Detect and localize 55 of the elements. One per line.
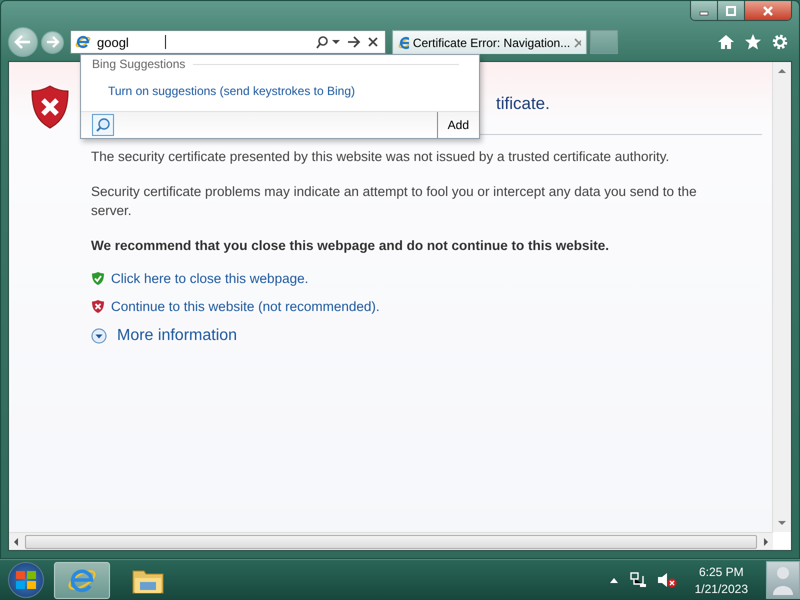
scroll-down-icon[interactable]: [778, 520, 786, 526]
start-button[interactable]: [8, 562, 44, 598]
action-link[interactable]: Click here to close this webpage.: [111, 271, 308, 286]
shield-x-icon: [91, 299, 105, 314]
close-tab-icon[interactable]: [574, 38, 581, 48]
scrollbar-thumb[interactable]: [25, 534, 757, 549]
action-link[interactable]: Continue to this website (not recommended).: [111, 299, 380, 314]
home-icon[interactable]: [717, 34, 735, 50]
tab-title: Certificate Error: Navigation...: [412, 36, 570, 50]
body-paragraph: Security certificate problems may indicate an attempt to fool you or intercept any data you send to the server.: [91, 183, 698, 220]
star-icon[interactable]: [744, 33, 762, 51]
close-icon[interactable]: [367, 36, 379, 48]
browser-logo-icon: [75, 34, 91, 50]
scroll-up-icon[interactable]: [778, 68, 786, 74]
user-tile-button[interactable]: [766, 561, 800, 600]
user-silhouette-icon: [772, 565, 794, 596]
search-icon: [95, 117, 111, 133]
address-bar[interactable]: googl: [70, 30, 386, 54]
close-button[interactable]: [745, 1, 791, 20]
add-button[interactable]: Add: [436, 112, 479, 138]
page-heading: tificate.: [496, 94, 550, 114]
go-arrow-icon[interactable]: [347, 36, 361, 48]
close-icon: [761, 4, 775, 16]
minimize-button[interactable]: [691, 1, 718, 20]
browser-tab[interactable]: Certificate Error: Navigation...: [392, 30, 587, 54]
clock-time: 6:25 PM: [698, 564, 744, 579]
forward-arrow-icon: [46, 36, 60, 48]
back-arrow-icon: [14, 35, 32, 49]
suggestions-header: Bing Suggestions: [92, 57, 186, 71]
vertical-scrollbar[interactable]: [772, 62, 791, 532]
search-dropdown-icon[interactable]: [315, 35, 341, 49]
address-input-text: googl: [97, 34, 129, 50]
network-icon[interactable]: [628, 572, 647, 588]
maximize-button[interactable]: [718, 1, 745, 20]
recommendation-text: We recommend that you close this webpage and do not continue to this website.: [91, 237, 610, 255]
windows-logo-icon: [15, 570, 37, 590]
search-provider-button[interactable]: [92, 114, 114, 136]
clock-date: 1/21/2023: [694, 582, 748, 596]
back-button[interactable]: [8, 27, 38, 57]
clock[interactable]: 6:25 PM 1/21/2023: [694, 564, 748, 596]
forward-button[interactable]: [41, 30, 64, 54]
settings-icon[interactable]: [771, 33, 789, 51]
scroll-right-icon[interactable]: [763, 538, 769, 546]
scroll-left-icon[interactable]: [13, 538, 19, 546]
more-information-link[interactable]: More information: [117, 327, 238, 345]
browser-logo-icon: [398, 34, 409, 50]
body-paragraph: The security certificate presented by this website was not issued by a trusted certificate authority.: [91, 148, 670, 166]
speaker-muted-icon[interactable]: [656, 572, 677, 588]
horizontal-scrollbar[interactable]: [9, 532, 773, 550]
shield-error-icon: [29, 84, 71, 130]
shield-check-icon: [91, 271, 105, 286]
expand-icon[interactable]: [91, 328, 107, 344]
show-hidden-icons-icon[interactable]: [608, 576, 619, 584]
maximize-icon: [725, 6, 737, 16]
turn-on-suggestions-link[interactable]: Turn on suggestions (send keystrokes to Bing): [108, 84, 356, 98]
